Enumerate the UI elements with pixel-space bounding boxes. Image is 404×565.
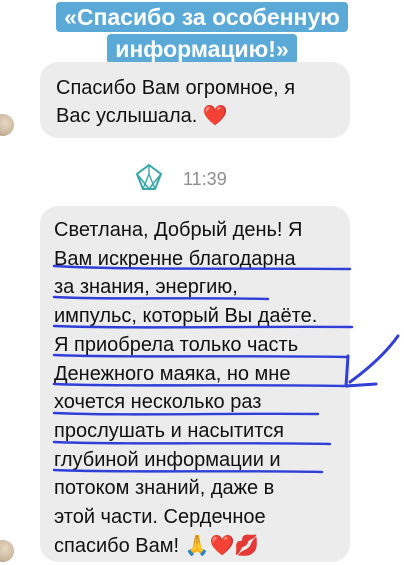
arrow-annotation-icon <box>344 334 400 388</box>
message-line: за знания, энергию, <box>54 276 238 299</box>
message-line: прослушать и насытится <box>54 419 284 442</box>
message-line: Вас услышала. ❤️ <box>56 105 228 127</box>
message-line: Спасибо Вам огромное, я <box>56 77 296 99</box>
timestamp-row: 11:39 <box>135 163 227 196</box>
message-timestamp: 11:39 <box>183 168 227 189</box>
header-title-line2: информацию!» <box>107 34 297 64</box>
avatar[interactable] <box>0 114 14 136</box>
message-line: этой части. Сердечное <box>54 506 266 529</box>
avatar[interactable] <box>0 540 14 562</box>
message-line: Светлана, Добрый день! Я <box>54 219 303 241</box>
message-line: глубиной информации и <box>54 448 281 471</box>
header-title: «Спасибо за особенную информацию!» <box>0 0 404 64</box>
header-title-line1: «Спасибо за особенную <box>56 2 348 32</box>
diamond-logo-icon <box>135 163 163 196</box>
message-line: хочется несколько раз <box>54 391 262 414</box>
message-line: Денежного маяка, но мне <box>54 362 291 385</box>
message-line: Я приобрела только часть <box>54 333 299 356</box>
message-line: импульс, который Вы даёте. <box>54 305 318 328</box>
message-line: Вам искренне благодарна <box>54 247 296 270</box>
message-line: потоком знаний, даже в <box>54 477 275 500</box>
message-line: спасибо Вам! 🙏❤️💋 <box>54 534 260 557</box>
message-bubble: Спасибо Вам огромное, я Вас услышала. ❤️ <box>40 62 350 138</box>
message-bubble: Светлана, Добрый день! Я Вам искренне бл… <box>40 206 350 562</box>
